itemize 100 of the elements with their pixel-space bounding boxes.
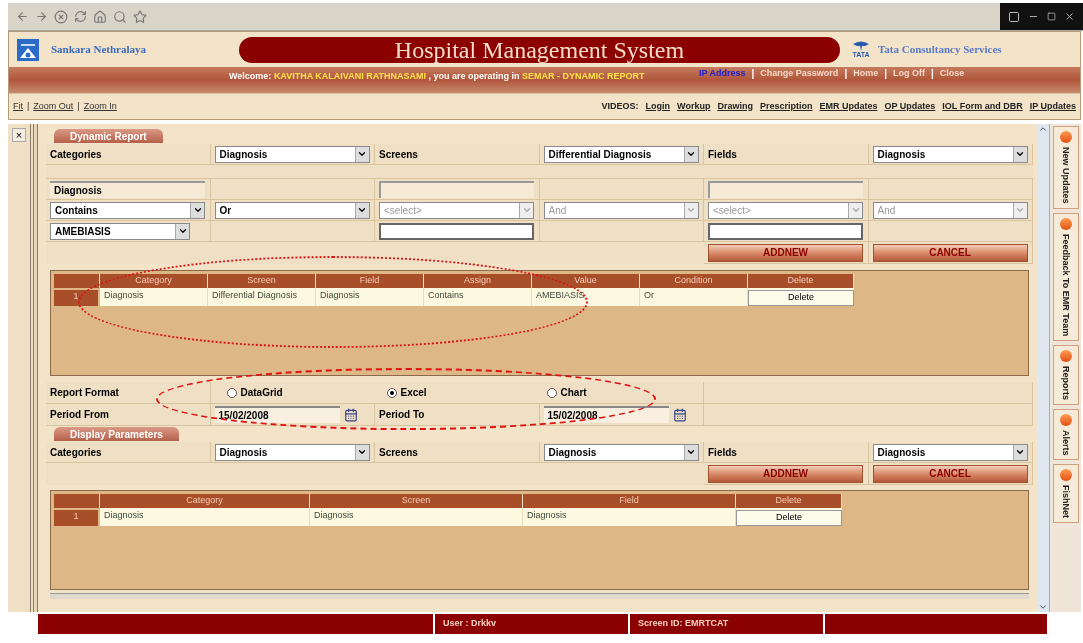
link-separator: | [77, 99, 80, 113]
column-header [54, 494, 100, 508]
welcome-text: Welcome: KAVITHA KALAIVANI RATHNASAMI , you are operating in SEMAR - DYNAMIC REPORT [229, 71, 645, 81]
row-number: 1 [54, 510, 98, 526]
refresh-icon[interactable] [74, 10, 87, 23]
star-icon[interactable] [133, 9, 147, 24]
caret-icon [683, 202, 698, 218]
search-icon[interactable] [113, 9, 127, 24]
caret-icon [683, 444, 698, 460]
video-link[interactable]: Login [645, 99, 671, 114]
dropdown[interactable]: Diagnosis [214, 443, 370, 461]
side-tab[interactable]: New Updates [1052, 126, 1079, 209]
maximize-icon[interactable] [1047, 12, 1056, 21]
delete-button[interactable]: Delete [736, 510, 842, 526]
scroll-down-icon[interactable] [1038, 602, 1048, 612]
caret-icon [519, 202, 533, 218]
value-input[interactable] [708, 222, 863, 240]
bullet-icon [1059, 413, 1072, 426]
column-header: Screen [310, 494, 523, 508]
date-field[interactable]: 15/02/2008 [214, 406, 340, 423]
column-header [54, 274, 100, 288]
caret-icon [354, 202, 369, 218]
row-number: 1 [54, 290, 98, 306]
link-separator: | [931, 68, 934, 79]
side-tab[interactable]: Feedback To EMR Team [1052, 212, 1079, 341]
form-button[interactable]: ADDNEW [708, 243, 863, 262]
dropdown[interactable]: Or [214, 201, 370, 219]
video-link[interactable]: Workup [677, 99, 711, 114]
video-link[interactable]: IOL Form and DBR [942, 99, 1023, 114]
table-cell: Diagnosis [100, 508, 310, 526]
date-field[interactable]: 15/02/2008 [543, 406, 669, 423]
bullet-icon [1059, 349, 1072, 362]
table-cell: Diagnosis [523, 508, 736, 526]
videos-label: VIDEOS: [601, 99, 639, 113]
calendar-icon[interactable] [672, 407, 687, 422]
caret-icon [354, 146, 369, 162]
forward-icon[interactable] [35, 10, 48, 23]
dropdown[interactable]: Diagnosis [214, 145, 370, 163]
caret-icon [1012, 202, 1027, 218]
delete-button[interactable]: Delete [748, 290, 854, 306]
link-separator: | [27, 99, 30, 113]
scroll-up-icon[interactable] [1038, 124, 1048, 134]
radio-button[interactable] [226, 387, 237, 398]
dropdown[interactable]: AMEBIASIS [50, 222, 190, 240]
stop-icon[interactable] [54, 9, 68, 24]
table-cell: Contains [424, 288, 532, 306]
field-label: Categories [50, 147, 102, 162]
field-label: Report Format [50, 386, 119, 400]
form-button[interactable]: CANCEL [872, 464, 1028, 483]
caret-icon [1012, 444, 1027, 460]
scrollbar[interactable] [1037, 124, 1049, 612]
dropdown[interactable]: Contains [50, 201, 205, 219]
video-link[interactable]: EMR Updates [819, 99, 878, 114]
table-cell: Diagnosis [100, 288, 208, 306]
form-button[interactable]: ADDNEW [708, 464, 863, 483]
close-pane-button[interactable]: × [12, 128, 26, 142]
field-label: Screens [379, 147, 418, 162]
column-header: Screen [208, 274, 316, 288]
side-tab-label: Feedback To EMR Team [1060, 233, 1073, 336]
video-link[interactable]: Drawing [717, 99, 753, 114]
value-input[interactable] [379, 222, 534, 240]
status-text: Screen ID: EMRTCAT [628, 614, 823, 634]
calendar-icon[interactable] [343, 407, 358, 422]
side-tab[interactable]: FishNet [1052, 464, 1079, 524]
dropdown[interactable]: Differential Diagnosis [543, 145, 699, 163]
form-button[interactable]: CANCEL [872, 243, 1028, 262]
dropdown[interactable]: Diagnosis [543, 443, 699, 461]
bullet-icon [1059, 131, 1072, 143]
column-header: Delete [736, 494, 842, 508]
side-tab-label: FishNet [1060, 485, 1073, 519]
organization-name: Tata Consultancy Services [878, 42, 1002, 58]
home-icon[interactable] [93, 9, 107, 24]
app-title: Hospital Management System [394, 35, 685, 65]
bullet-icon [1059, 469, 1072, 482]
caret-icon [354, 444, 369, 460]
table-cell: AMEBIASIS [532, 288, 640, 306]
side-tab[interactable]: Alerts [1052, 408, 1079, 461]
radio-button[interactable] [386, 387, 397, 398]
caret-icon [683, 146, 698, 162]
video-link[interactable]: OP Updates [884, 99, 936, 114]
back-icon[interactable] [16, 10, 29, 23]
radio-label: Chart [560, 386, 587, 400]
zoom-link[interactable]: Zoom In [83, 99, 117, 114]
field-label: Period To [379, 408, 425, 422]
close-icon[interactable] [1064, 11, 1075, 22]
video-link[interactable]: Prescription [759, 99, 813, 114]
field-label: Screens [379, 445, 418, 460]
zoom-link[interactable]: Zoom Out [33, 99, 74, 114]
bullet-icon [1059, 217, 1072, 230]
radio-button[interactable] [546, 387, 557, 398]
caret-icon [190, 202, 204, 218]
dropdown[interactable]: Diagnosis [872, 443, 1028, 461]
dropdown[interactable]: Diagnosis [872, 145, 1028, 163]
side-tab[interactable]: Reports [1052, 344, 1079, 405]
video-link[interactable]: IP Updates [1029, 99, 1076, 114]
zoom-link[interactable]: Fit [13, 99, 23, 114]
caret-icon [175, 223, 189, 239]
column-header: Delete [748, 274, 854, 288]
field-label: Period From [50, 408, 109, 422]
column-header: Field [523, 494, 736, 508]
